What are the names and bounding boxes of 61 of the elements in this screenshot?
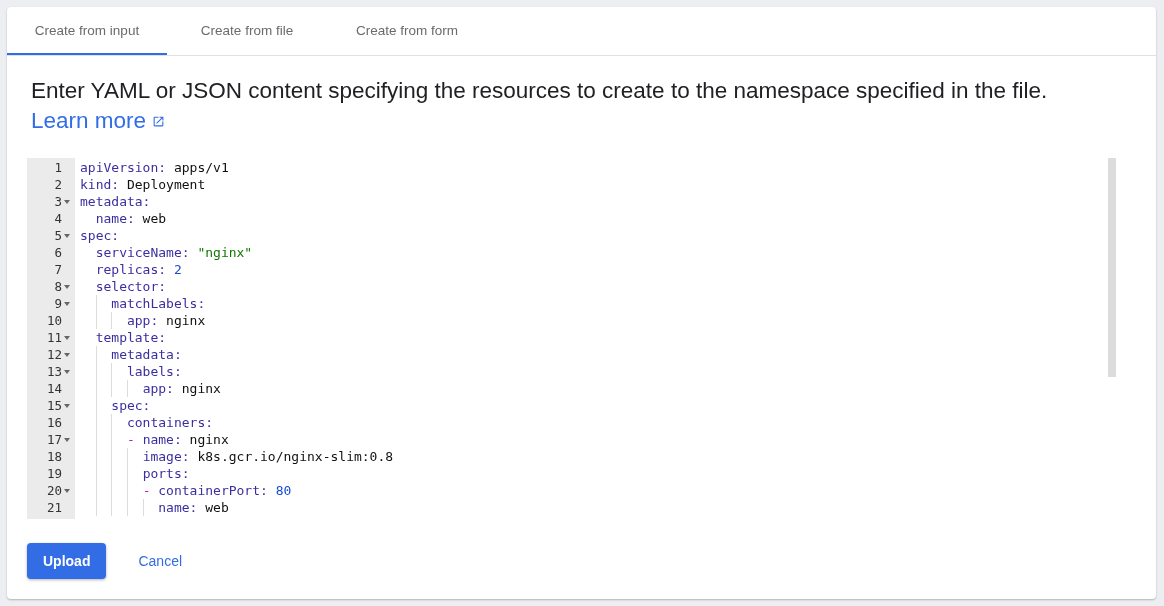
line-number: 3 — [54, 193, 62, 210]
fold-caret-icon[interactable] — [64, 369, 70, 374]
code-line: labels: — [80, 363, 1136, 380]
line-number: 12 — [46, 346, 62, 363]
code-line: replicas: 2 — [94, 261, 183, 278]
tab[interactable]: Create from form — [327, 7, 487, 55]
line-number: 16 — [46, 414, 62, 431]
code-line: spec: — [80, 397, 1136, 414]
tab[interactable]: Create from input — [7, 7, 167, 55]
code-line: selector: — [94, 278, 168, 295]
fold-caret-icon[interactable] — [64, 488, 70, 493]
line-number: 4 — [54, 210, 62, 227]
code-line: serviceName: "nginx" — [94, 244, 254, 261]
fold-caret-icon[interactable] — [64, 437, 70, 442]
fold-caret-icon[interactable] — [64, 352, 70, 357]
code-line: matchLabels: — [80, 295, 1136, 312]
line-number: 9 — [54, 295, 62, 312]
line-number: 14 — [46, 380, 62, 397]
line-number: 7 — [54, 261, 62, 278]
code-line: app: nginx — [80, 312, 1136, 329]
code-line: kind: Deployment — [80, 176, 207, 193]
fold-caret-icon[interactable] — [64, 199, 70, 204]
code-line: image: k8s.gcr.io/nginx-slim:0.8 — [80, 448, 1136, 465]
line-number: 20 — [46, 482, 62, 499]
code-line: - containerPort: 80 — [80, 482, 1136, 499]
code-line: name: web — [94, 210, 168, 227]
line-number: 1 — [54, 159, 62, 176]
cancel-button[interactable]: Cancel — [122, 543, 199, 579]
code-line: app: nginx — [80, 380, 1136, 397]
line-number: 2 — [54, 176, 62, 193]
code-line: metadata: — [80, 193, 152, 210]
fold-caret-icon[interactable] — [64, 301, 70, 306]
external-link-icon — [152, 114, 166, 128]
tab[interactable]: Create from file — [167, 7, 327, 55]
line-number: 19 — [46, 465, 62, 482]
code-line: name: web — [80, 499, 1136, 516]
code-line: containers: — [80, 414, 1136, 431]
line-number: 15 — [46, 397, 62, 414]
scrollbar[interactable] — [1108, 158, 1116, 377]
line-number: 5 — [54, 227, 62, 244]
line-number: 18 — [46, 448, 62, 465]
line-number: 21 — [46, 499, 62, 516]
code-line: apiVersion: apps/v1 — [80, 159, 230, 176]
line-number: 8 — [54, 278, 62, 295]
fold-caret-icon[interactable] — [64, 233, 70, 238]
fold-caret-icon[interactable] — [64, 335, 70, 340]
learn-more-link[interactable]: Learn more — [31, 106, 147, 136]
upload-button[interactable]: Upload — [27, 543, 107, 579]
code-line: ports: — [80, 465, 1136, 482]
description-text: Enter YAML or JSON content specifying the resources to create to the namespace specified in the file. — [31, 77, 1049, 105]
code-line: template: — [94, 329, 168, 346]
line-number: 17 — [46, 431, 62, 448]
line-number: 6 — [54, 244, 62, 261]
fold-caret-icon[interactable] — [64, 284, 70, 289]
line-number: 10 — [46, 312, 62, 329]
line-number: 13 — [46, 363, 62, 380]
code-line: spec: — [80, 227, 121, 244]
line-number: 11 — [46, 329, 62, 346]
code-line: - name: nginx — [80, 431, 1136, 448]
fold-caret-icon[interactable] — [64, 403, 70, 408]
code-line: metadata: — [80, 346, 1136, 363]
